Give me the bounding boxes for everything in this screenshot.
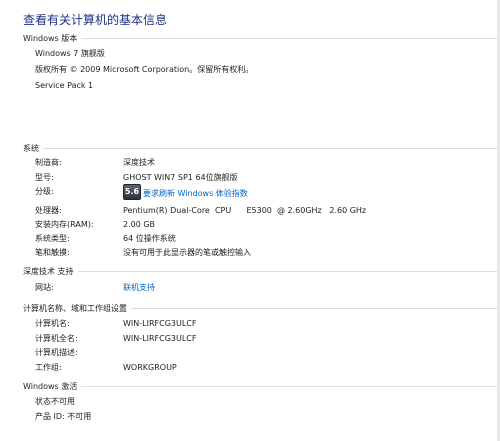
section-computer-name: 计算机名称、域和工作组设置: [23, 302, 500, 314]
section-heading: 系统: [23, 143, 39, 153]
workgroup-value: WORKGROUP: [123, 363, 177, 372]
online-support-link[interactable]: 联机支持: [123, 282, 155, 294]
divider: [43, 147, 500, 149]
ram-label: 安装内存(RAM):: [35, 220, 94, 229]
divider: [81, 37, 500, 39]
website-label: 网站:: [35, 283, 54, 292]
section-activation: Windows 激活: [23, 380, 500, 392]
pen-touch-label: 笔和触摸:: [35, 248, 70, 257]
divider: [77, 270, 500, 272]
section-windows-edition: Windows 版本: [23, 32, 500, 44]
pen-touch-value: 没有可用于此显示器的笔或触控输入: [123, 248, 251, 257]
full-computer-name-label: 计算机全名:: [35, 334, 78, 343]
computer-description-label: 计算机描述:: [35, 348, 78, 357]
full-computer-name-value: WIN-LIRFCG3ULCF: [123, 334, 197, 343]
windows-edition-text: Windows 7 旗舰版: [35, 49, 105, 58]
processor-label: 处理器:: [35, 206, 62, 215]
model-label: 型号:: [35, 173, 54, 182]
workgroup-label: 工作组:: [35, 363, 62, 372]
rating-label: 分级:: [35, 187, 54, 196]
section-heading: 计算机名称、域和工作组设置: [23, 303, 127, 313]
manufacturer-value: 深度技术: [123, 158, 155, 167]
divider: [81, 385, 500, 387]
section-heading: Windows 版本: [23, 33, 78, 43]
experience-index-badge: 5.6: [123, 184, 141, 200]
processor-value: Pentium(R) Dual-Core CPU E5300 @ 2.60GHz…: [123, 206, 367, 215]
computer-name-value: WIN-LIRFCG3ULCF: [123, 319, 197, 328]
refresh-experience-index-link[interactable]: 要求刷新 Windows 体验指数: [143, 188, 248, 200]
product-id: 产品 ID: 不可用: [35, 412, 92, 421]
copyright-text: 版权所有 © 2009 Microsoft Corporation。保留所有权利…: [35, 65, 254, 74]
system-type-label: 系统类型:: [35, 234, 70, 243]
manufacturer-label: 制造商:: [35, 158, 62, 167]
section-support: 深度技术 支持: [23, 265, 500, 277]
activation-status: 状态不可用: [35, 397, 75, 406]
model-value: GHOST WIN7 SP1 64位旗舰版: [123, 173, 238, 182]
system-type-value: 64 位操作系统: [123, 234, 176, 243]
section-heading: Windows 激活: [23, 381, 78, 391]
page-title: 查看有关计算机的基本信息: [23, 13, 168, 27]
service-pack-text: Service Pack 1: [35, 81, 94, 90]
ram-value: 2.00 GB: [123, 220, 156, 229]
section-heading: 深度技术 支持: [23, 266, 74, 276]
computer-name-label: 计算机名:: [35, 319, 70, 328]
section-system: 系统: [23, 142, 500, 154]
divider: [131, 307, 500, 309]
